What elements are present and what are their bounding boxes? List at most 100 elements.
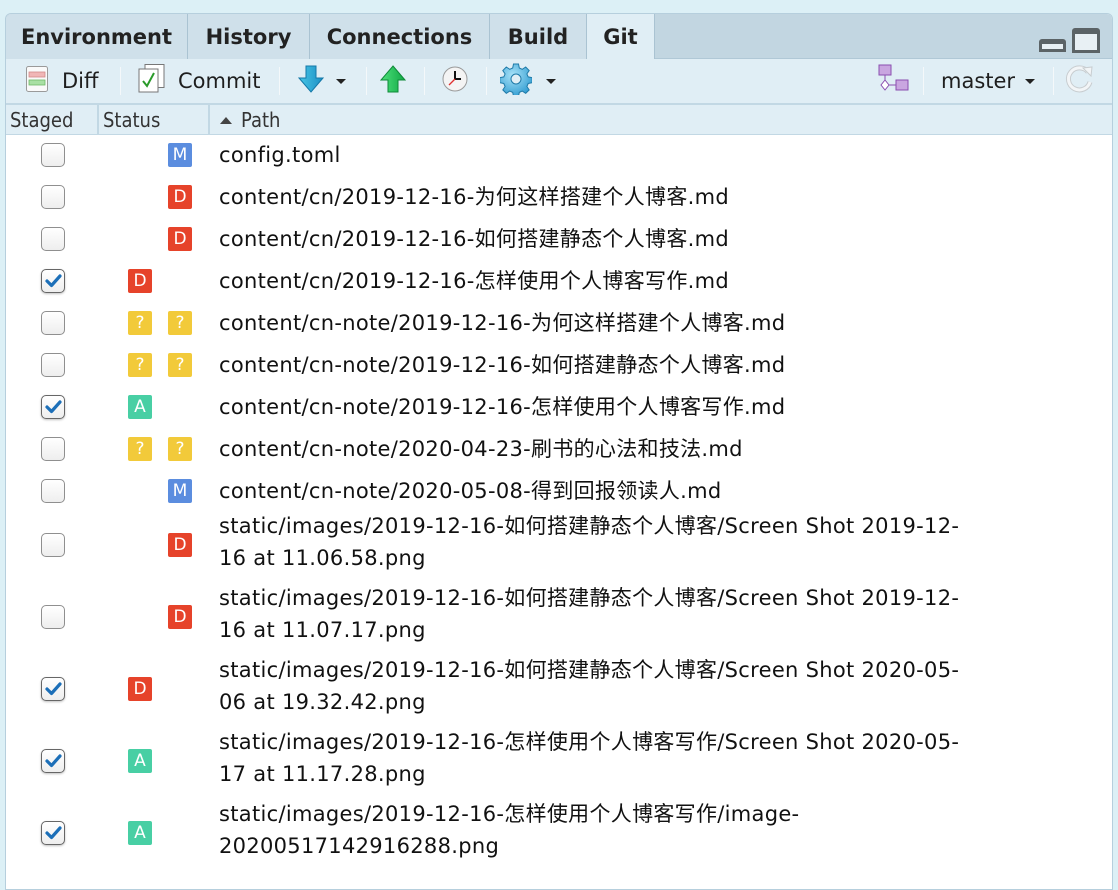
diff-icon [26,65,48,97]
unstaged-status-badge-modified: M [168,479,192,503]
staged-checkbox[interactable] [41,185,65,209]
file-path: content/cn-note/2019-12-16-怎样使用个人博客写作.md [219,395,786,419]
file-row[interactable]: Dcontent/cn/2019-12-16-怎样使用个人博客写作.md [6,262,1112,304]
staged-checkbox[interactable] [41,533,65,557]
file-row[interactable]: Dstatic/images/2019-12-16-如何搭建静态个人博客/Scr… [6,514,1112,586]
tab-environment[interactable]: Environment [6,14,188,59]
more-options-button[interactable] [499,59,556,103]
staged-checkbox[interactable] [41,437,65,461]
minimize-pane-icon[interactable] [1039,39,1066,52]
staged-checkbox[interactable] [41,605,65,629]
staged-status-badge-untracked: ? [128,437,152,461]
staged-status-badge-added: A [128,395,152,419]
toolbar-divider [366,67,367,95]
file-path: content/cn-note/2020-04-23-刷书的心法和技法.md [219,437,743,461]
file-path: content/cn-note/2019-12-16-为何这样搭建个人博客.md [219,311,786,335]
file-row[interactable]: Astatic/images/2019-12-16-怎样使用个人博客写作/Scr… [6,730,1112,802]
file-path-line: static/images/2019-12-16-如何搭建静态个人博客/Scre… [219,658,960,682]
git-pane: Environment History Connections Build Gi… [5,13,1113,890]
commit-button[interactable]: Commit [138,59,261,103]
branch-label: master [941,69,1016,93]
unstaged-status-badge-deleted: D [168,533,192,557]
file-path-line: static/images/2019-12-16-如何搭建静态个人博客/Scre… [219,514,960,538]
unstaged-status-badge-untracked: ? [168,437,192,461]
file-path: static/images/2019-12-16-怎样使用个人博客写作/Scre… [219,726,1072,790]
commit-label: Commit [178,69,261,93]
file-path-line: 17 at 11.17.28.png [219,762,426,786]
file-path: static/images/2019-12-16-如何搭建静态个人博客/Scre… [219,654,1072,718]
staged-checkbox[interactable] [41,143,65,167]
diff-button[interactable]: Diff [26,59,98,103]
staged-checkbox[interactable] [41,227,65,251]
column-header-status[interactable]: Status [99,105,210,135]
staged-checkbox[interactable] [41,749,65,773]
file-path: content/cn-note/2020-05-08-得到回报领读人.md [219,479,722,503]
staged-status-badge-added: A [128,749,152,773]
column-header-staged-label: Staged [10,108,74,132]
tab-build[interactable]: Build [490,14,587,59]
file-path-line: 06 at 19.32.42.png [219,690,426,714]
file-row[interactable]: Dcontent/cn/2019-12-16-为何这样搭建个人博客.md [6,178,1112,220]
staged-status-badge-untracked: ? [128,353,152,377]
toolbar-divider [279,67,280,95]
file-row[interactable]: Astatic/images/2019-12-16-怎样使用个人博客写作/ima… [6,802,1112,874]
staged-checkbox[interactable] [41,395,65,419]
pane-tab-bar: Environment History Connections Build Gi… [6,14,1112,60]
unstaged-status-badge-untracked: ? [168,311,192,335]
diff-label: Diff [62,69,99,93]
file-path: config.toml [219,143,341,167]
file-list-header: Staged Status Path [6,105,1112,135]
toolbar-divider [1053,67,1054,95]
tab-connections[interactable]: Connections [310,14,490,59]
file-row[interactable]: Mconfig.toml [6,136,1112,178]
staged-checkbox[interactable] [41,479,65,503]
file-list: Mconfig.toml Dcontent/cn/2019-12-16-为何这样搭… [6,136,1112,874]
staged-status-badge-deleted: D [128,677,152,701]
staged-checkbox[interactable] [41,677,65,701]
staged-checkbox[interactable] [41,311,65,335]
file-path: static/images/2019-12-16-怎样使用个人博客写作/imag… [219,798,1072,862]
column-header-staged[interactable]: Staged [6,105,99,135]
column-header-path[interactable]: Path [210,105,1112,135]
branch-dropdown[interactable]: master [941,59,1036,103]
clock-icon [442,66,468,97]
unstaged-status-badge-deleted: D [168,605,192,629]
more-options-caret-icon [546,78,556,84]
new-branch-button[interactable] [878,59,910,103]
staged-checkbox[interactable] [41,353,65,377]
column-header-path-label: Path [241,108,281,132]
pull-dropdown-caret-icon[interactable] [336,78,346,84]
history-button[interactable] [442,59,468,103]
staged-checkbox[interactable] [41,821,65,845]
toolbar-divider [424,67,425,95]
pull-button[interactable] [297,59,346,103]
file-row[interactable]: Dstatic/images/2019-12-16-如何搭建静态个人博客/Scr… [6,658,1112,730]
file-path-line: 20200517142916288.png [219,834,500,858]
file-row[interactable]: Mcontent/cn-note/2020-05-08-得到回报领读人.md [6,472,1112,514]
tab-git[interactable]: Git [587,14,655,60]
file-path-line: static/images/2019-12-16-怎样使用个人博客写作/Scre… [219,730,960,754]
staged-checkbox[interactable] [41,269,65,293]
unstaged-status-badge-modified: M [168,143,192,167]
staged-status-badge-untracked: ? [128,311,152,335]
push-button[interactable] [379,59,407,103]
file-row[interactable]: ?? content/cn-note/2019-12-16-如何搭建静态个人博客.… [6,346,1112,388]
file-path-line: static/images/2019-12-16-如何搭建静态个人博客/Scre… [219,586,960,610]
file-path: static/images/2019-12-16-如何搭建静态个人博客/Scre… [219,510,1072,574]
commit-icon [138,63,166,99]
refresh-button[interactable] [1064,59,1094,103]
unstaged-status-badge-deleted: D [168,227,192,251]
file-row[interactable]: Dstatic/images/2019-12-16-如何搭建静态个人博客/Scr… [6,586,1112,658]
file-row[interactable]: Dcontent/cn/2019-12-16-如何搭建静态个人博客.md [6,220,1112,262]
gear-icon [499,63,533,100]
file-row[interactable]: Acontent/cn-note/2019-12-16-怎样使用个人博客写作.m… [6,388,1112,430]
maximize-pane-icon[interactable] [1072,28,1100,53]
staged-status-badge-deleted: D [128,269,152,293]
new-branch-icon [878,64,910,99]
refresh-icon [1064,64,1094,99]
file-path: content/cn-note/2019-12-16-如何搭建静态个人博客.md [219,353,786,377]
column-header-status-label: Status [103,108,161,132]
file-row[interactable]: ?? content/cn-note/2019-12-16-为何这样搭建个人博客.… [6,304,1112,346]
tab-history[interactable]: History [188,14,310,59]
file-row[interactable]: ?? content/cn-note/2020-04-23-刷书的心法和技法.md [6,430,1112,472]
